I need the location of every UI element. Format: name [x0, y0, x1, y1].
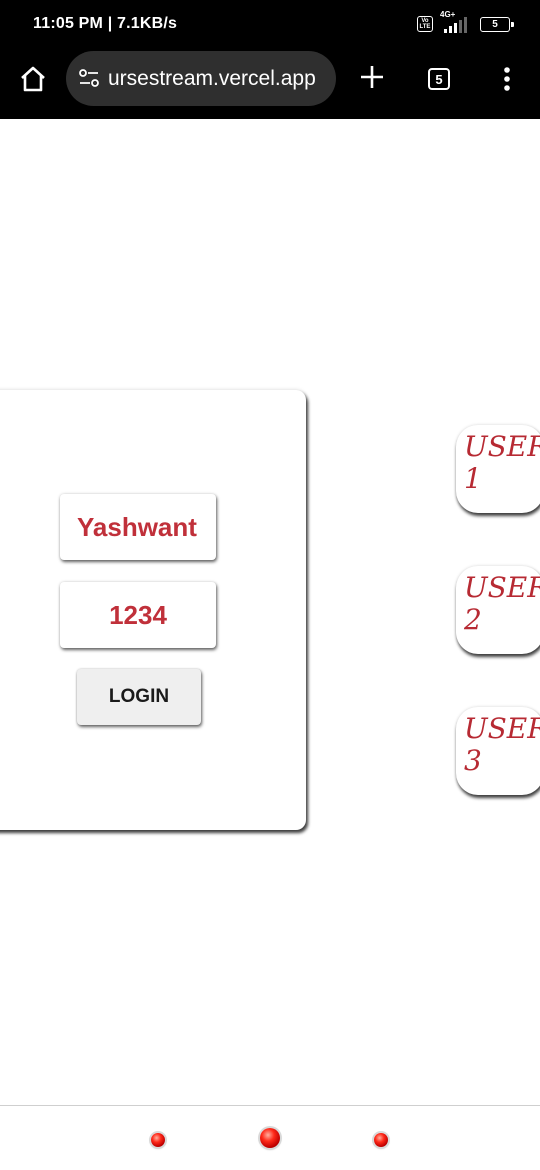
volte-icon: Vo LTE	[417, 16, 433, 32]
tab-switcher-button[interactable]: 5	[428, 68, 450, 90]
user-2-button[interactable]: USER 2	[456, 566, 540, 654]
user-3-button[interactable]: USER 3	[456, 707, 540, 795]
home-icon[interactable]	[18, 64, 48, 94]
red-dot-indicator	[260, 1128, 280, 1148]
password-input[interactable]	[68, 599, 208, 631]
battery-level: 5	[492, 18, 498, 30]
battery-icon: 5	[480, 16, 514, 32]
signal-bars	[444, 17, 467, 33]
new-tab-icon[interactable]	[357, 62, 387, 92]
signal-icon: 4G+	[438, 10, 468, 35]
username-input[interactable]	[77, 511, 216, 543]
url-text[interactable]: ursestream.vercel.app	[108, 67, 316, 91]
more-menu-icon[interactable]	[498, 66, 516, 92]
password-field[interactable]	[60, 582, 216, 648]
bottom-bar	[0, 1105, 540, 1170]
user-1-button[interactable]: USER 1	[456, 425, 540, 513]
volte-bottom: LTE	[419, 24, 431, 30]
site-settings-icon[interactable]	[78, 68, 100, 88]
red-dot-indicator	[151, 1133, 165, 1147]
login-card: LOGIN	[0, 390, 306, 830]
status-time: 11:05 PM | 7.1KB/s	[33, 15, 178, 32]
status-icons: Vo LTE 4G+ 5	[417, 10, 514, 36]
browser-toolbar: ursestream.vercel.app 5	[0, 48, 540, 119]
username-field[interactable]	[60, 494, 216, 560]
red-dot-indicator	[374, 1133, 388, 1147]
login-button[interactable]: LOGIN	[77, 669, 201, 725]
address-bar[interactable]: ursestream.vercel.app	[66, 51, 336, 106]
status-bar: 11:05 PM | 7.1KB/s Vo LTE 4G+ 5	[0, 0, 540, 48]
